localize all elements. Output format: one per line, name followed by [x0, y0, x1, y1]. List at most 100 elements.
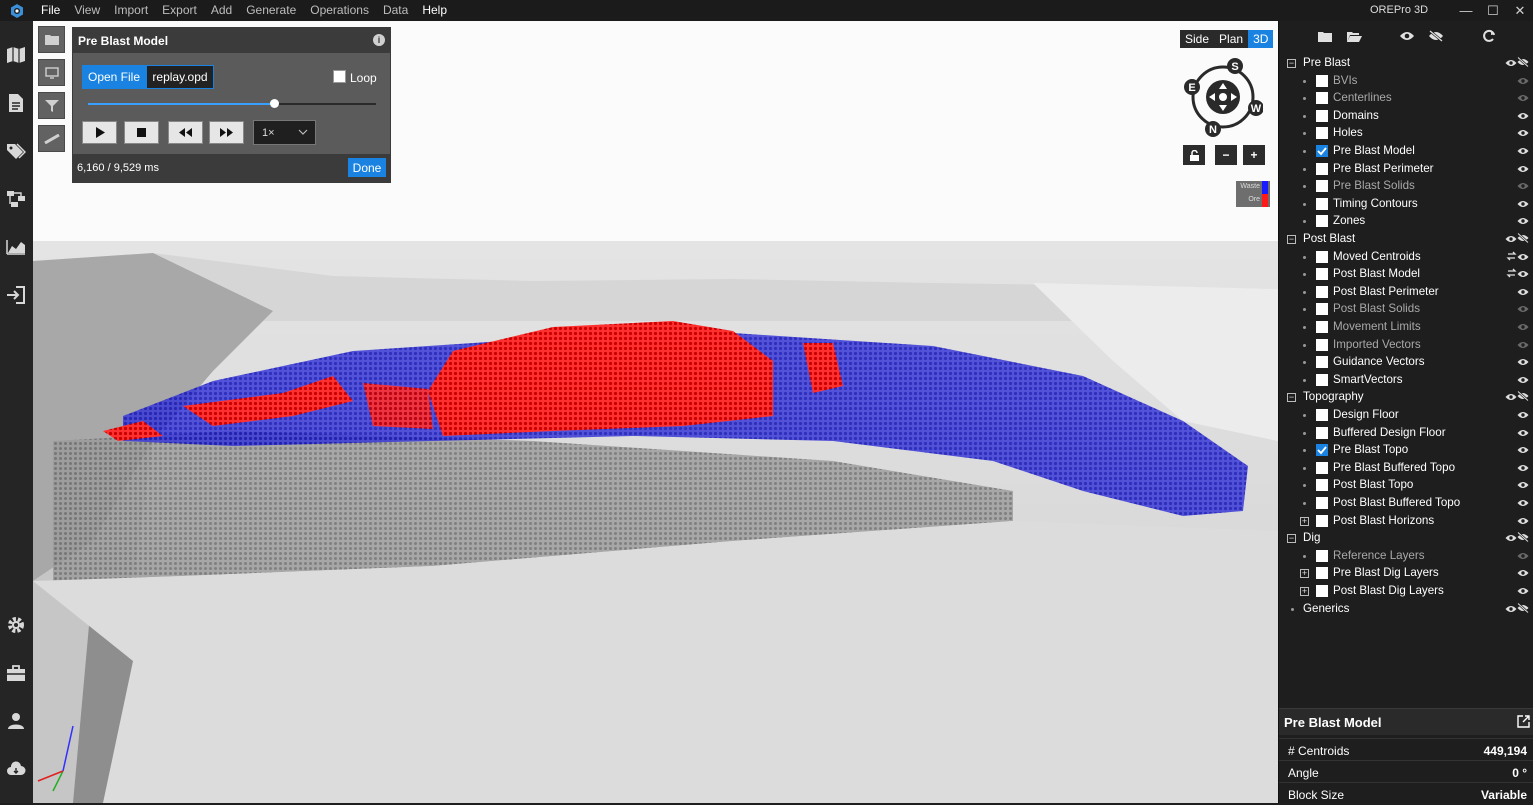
layer-checkbox[interactable] [1316, 461, 1328, 474]
menu-file[interactable]: File [34, 0, 67, 21]
layer-checkbox[interactable] [1316, 373, 1328, 386]
eye-icon[interactable] [1517, 479, 1529, 492]
eye-icon[interactable] [1517, 427, 1529, 440]
user-icon[interactable] [4, 709, 28, 733]
layer-row-guidance-vectors[interactable]: Guidance Vectors [1279, 354, 1533, 372]
layer-row-design-floor[interactable]: Design Floor [1279, 407, 1533, 425]
eye-icon[interactable] [1517, 110, 1529, 123]
tag-icon[interactable] [4, 139, 28, 163]
layer-checkbox[interactable] [1316, 285, 1328, 298]
layer-row-post-blast-topo[interactable]: Post Blast Topo [1279, 477, 1533, 495]
menu-add[interactable]: Add [204, 0, 239, 21]
layer-row-domains[interactable]: Domains [1279, 108, 1533, 126]
layer-checkbox[interactable] [1316, 215, 1328, 228]
eye-off-icon[interactable] [1517, 390, 1529, 404]
layer-checkbox[interactable] [1316, 321, 1328, 333]
collapse-icon[interactable]: − [1287, 534, 1296, 544]
layer-checkbox[interactable] [1316, 250, 1328, 263]
hide-all-icon[interactable] [1427, 28, 1445, 44]
layer-row-post-blast-solids[interactable]: Post Blast Solids [1279, 301, 1533, 319]
show-all-icon[interactable] [1398, 28, 1416, 44]
menu-export[interactable]: Export [155, 0, 204, 21]
view-side-button[interactable]: Side [1180, 30, 1214, 48]
view-plan-button[interactable]: Plan [1214, 30, 1248, 48]
layer-row-pre-blast-topo[interactable]: Pre Blast Topo [1279, 442, 1533, 460]
layer-row-centerlines[interactable]: Centerlines [1279, 90, 1533, 108]
layer-checkbox[interactable] [1316, 426, 1328, 439]
eye-icon[interactable] [1517, 286, 1529, 299]
layer-row-holes[interactable]: Holes [1279, 125, 1533, 143]
layer-checkbox[interactable] [1316, 444, 1328, 457]
layer-row-bvis[interactable]: BVIs [1279, 73, 1533, 91]
layer-row-post-blast-model[interactable]: Post Blast Model [1279, 266, 1533, 284]
eye-icon[interactable] [1505, 233, 1517, 246]
layer-checkbox[interactable] [1316, 74, 1328, 87]
expand-icon[interactable]: + [1300, 516, 1309, 526]
layer-checkbox[interactable] [1316, 127, 1328, 140]
popout-icon[interactable] [1517, 715, 1530, 731]
flow-icon[interactable] [4, 187, 28, 211]
eye-icon[interactable] [1517, 215, 1529, 228]
layer-row-imported-vectors[interactable]: Imported Vectors [1279, 337, 1533, 355]
folder-icon[interactable] [1316, 28, 1334, 44]
expand-icon[interactable]: + [1300, 587, 1309, 596]
zoom-out-button[interactable]: − [1215, 145, 1237, 165]
menu-data[interactable]: Data [376, 0, 415, 21]
view-3d-button[interactable]: 3D [1248, 30, 1274, 48]
collapse-icon[interactable]: − [1287, 59, 1296, 68]
eye-icon[interactable] [1517, 198, 1529, 211]
menu-help[interactable]: Help [415, 0, 454, 21]
layer-row-pre-blast-model[interactable]: Pre Blast Model [1279, 143, 1533, 161]
collapse-icon[interactable]: − [1287, 235, 1296, 244]
eye-icon[interactable] [1517, 497, 1529, 510]
eye-icon[interactable] [1517, 92, 1529, 105]
layer-checkbox[interactable] [1316, 197, 1328, 210]
eye-icon[interactable] [1517, 75, 1529, 88]
settings-icon[interactable] [4, 613, 28, 637]
loop-checkbox[interactable] [333, 70, 346, 83]
maximize-button[interactable]: ☐ [1478, 0, 1508, 21]
layer-checkbox[interactable] [1316, 479, 1328, 492]
layer-row-movement-limits[interactable]: Movement Limits [1279, 319, 1533, 337]
eye-icon[interactable] [1505, 391, 1517, 404]
layer-checkbox[interactable] [1316, 92, 1328, 105]
eye-icon[interactable] [1505, 57, 1517, 70]
info-icon[interactable]: i [373, 34, 385, 46]
folder-tool-icon[interactable] [38, 26, 65, 53]
eye-icon[interactable] [1517, 585, 1529, 598]
layer-checkbox[interactable] [1316, 303, 1328, 316]
eye-icon[interactable] [1517, 462, 1529, 475]
layer-checkbox[interactable] [1316, 162, 1328, 175]
layer-checkbox[interactable] [1316, 180, 1328, 193]
layer-checkbox[interactable] [1316, 549, 1328, 562]
layer-row-pre-blast[interactable]: − Pre Blast [1279, 55, 1533, 73]
eye-off-icon[interactable] [1517, 56, 1529, 70]
layer-checkbox[interactable] [1316, 338, 1328, 351]
layer-row-pre-blast-solids[interactable]: Pre Blast Solids [1279, 178, 1533, 196]
layer-checkbox[interactable] [1316, 567, 1328, 580]
layer-row-post-blast[interactable]: − Post Blast [1279, 231, 1533, 249]
eye-icon[interactable] [1517, 251, 1529, 264]
eye-icon[interactable] [1517, 127, 1529, 140]
eye-icon[interactable] [1517, 163, 1529, 176]
3d-viewport[interactable]: Pre Blast Model i Open File replay.opd L… [33, 21, 1278, 803]
rewind-button[interactable] [168, 121, 203, 144]
layer-checkbox[interactable] [1316, 356, 1328, 369]
eye-icon[interactable] [1517, 515, 1529, 528]
replay-progress-thumb[interactable] [270, 99, 280, 108]
layer-row-topography[interactable]: − Topography [1279, 389, 1533, 407]
eye-icon[interactable] [1517, 339, 1529, 352]
layer-row-dig[interactable]: − Dig [1279, 530, 1533, 548]
file-name-field[interactable]: replay.opd [146, 65, 214, 89]
eye-icon[interactable] [1517, 268, 1529, 281]
cloud-icon[interactable] [4, 757, 28, 781]
import-icon[interactable] [4, 283, 28, 307]
layer-row-reference-layers[interactable]: Reference Layers [1279, 548, 1533, 566]
toolbox-icon[interactable] [4, 661, 28, 685]
layer-row-zones[interactable]: Zones [1279, 213, 1533, 231]
refresh-icon[interactable] [1480, 28, 1498, 44]
layer-row-post-blast-dig-layers[interactable]: + Post Blast Dig Layers [1279, 583, 1533, 601]
menu-view[interactable]: View [67, 0, 107, 21]
eye-icon[interactable] [1517, 444, 1529, 457]
document-icon[interactable] [4, 91, 28, 115]
